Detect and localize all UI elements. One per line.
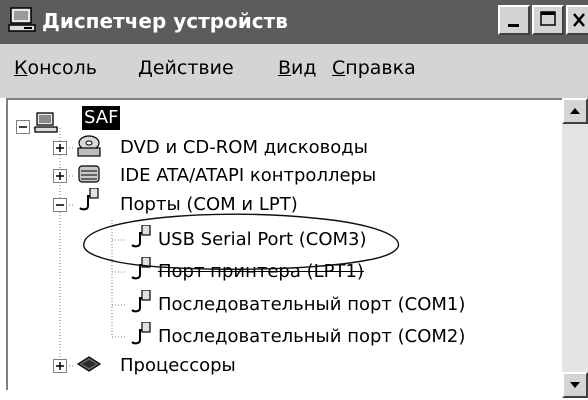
menu-help[interactable]: Справка	[332, 56, 416, 80]
vertical-scrollbar[interactable]	[562, 98, 588, 398]
menu-help-rest: правка	[345, 57, 416, 79]
menu-console-rest: онсоль	[27, 57, 97, 79]
minimize-button[interactable]	[498, 5, 530, 35]
menu-console[interactable]: Консоль	[14, 56, 97, 80]
menu-bar: Консоль Действие Вид Справка	[0, 44, 588, 91]
device-tree[interactable]: SAF DVD и CD-ROM дисководы IDE ATA/ATAPI…	[6, 98, 564, 390]
menu-action[interactable]: Действие	[138, 56, 234, 80]
menu-console-accel: К	[14, 57, 28, 79]
menu-action-accel: Д	[138, 57, 153, 79]
menu-action-rest: ействие	[152, 57, 234, 79]
menu-view-rest: ид	[291, 57, 317, 79]
scroll-down-button[interactable]	[562, 372, 588, 398]
scroll-up-button[interactable]	[562, 98, 588, 124]
maximize-icon	[540, 11, 556, 26]
arrow-up-icon	[570, 108, 580, 114]
window-title: Диспетчер устройств	[42, 9, 288, 33]
close-button[interactable]	[566, 5, 588, 35]
menu-help-accel: С	[332, 57, 346, 79]
menu-view[interactable]: Вид	[278, 56, 317, 80]
toolbar-strip	[0, 90, 588, 98]
title-bar[interactable]: Диспетчер устройств	[0, 0, 588, 44]
maximize-button[interactable]	[532, 5, 564, 35]
menu-view-accel: В	[278, 57, 292, 79]
minimize-icon	[508, 24, 519, 27]
arrow-down-icon	[570, 382, 580, 388]
annotation-ellipse	[83, 213, 400, 270]
close-icon	[573, 13, 585, 27]
computer-icon	[8, 7, 36, 32]
